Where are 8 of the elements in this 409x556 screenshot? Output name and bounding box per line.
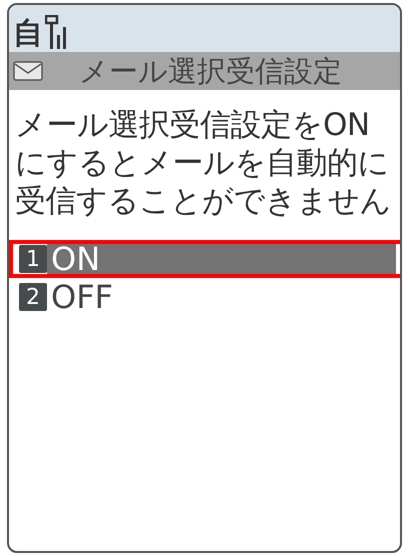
message-text: メール選択受信設定をONにするとメールを自動的に受信することができません: [14, 106, 392, 220]
number-key: 1: [19, 245, 47, 273]
menu-option[interactable]: OFF: [47, 282, 396, 312]
mail-icon: [13, 61, 43, 81]
menu-option[interactable]: ON: [47, 244, 396, 274]
mode-indicator: 自: [13, 19, 43, 49]
screen-title: メール選択受信設定: [79, 56, 342, 86]
number-key: 2: [19, 283, 47, 311]
